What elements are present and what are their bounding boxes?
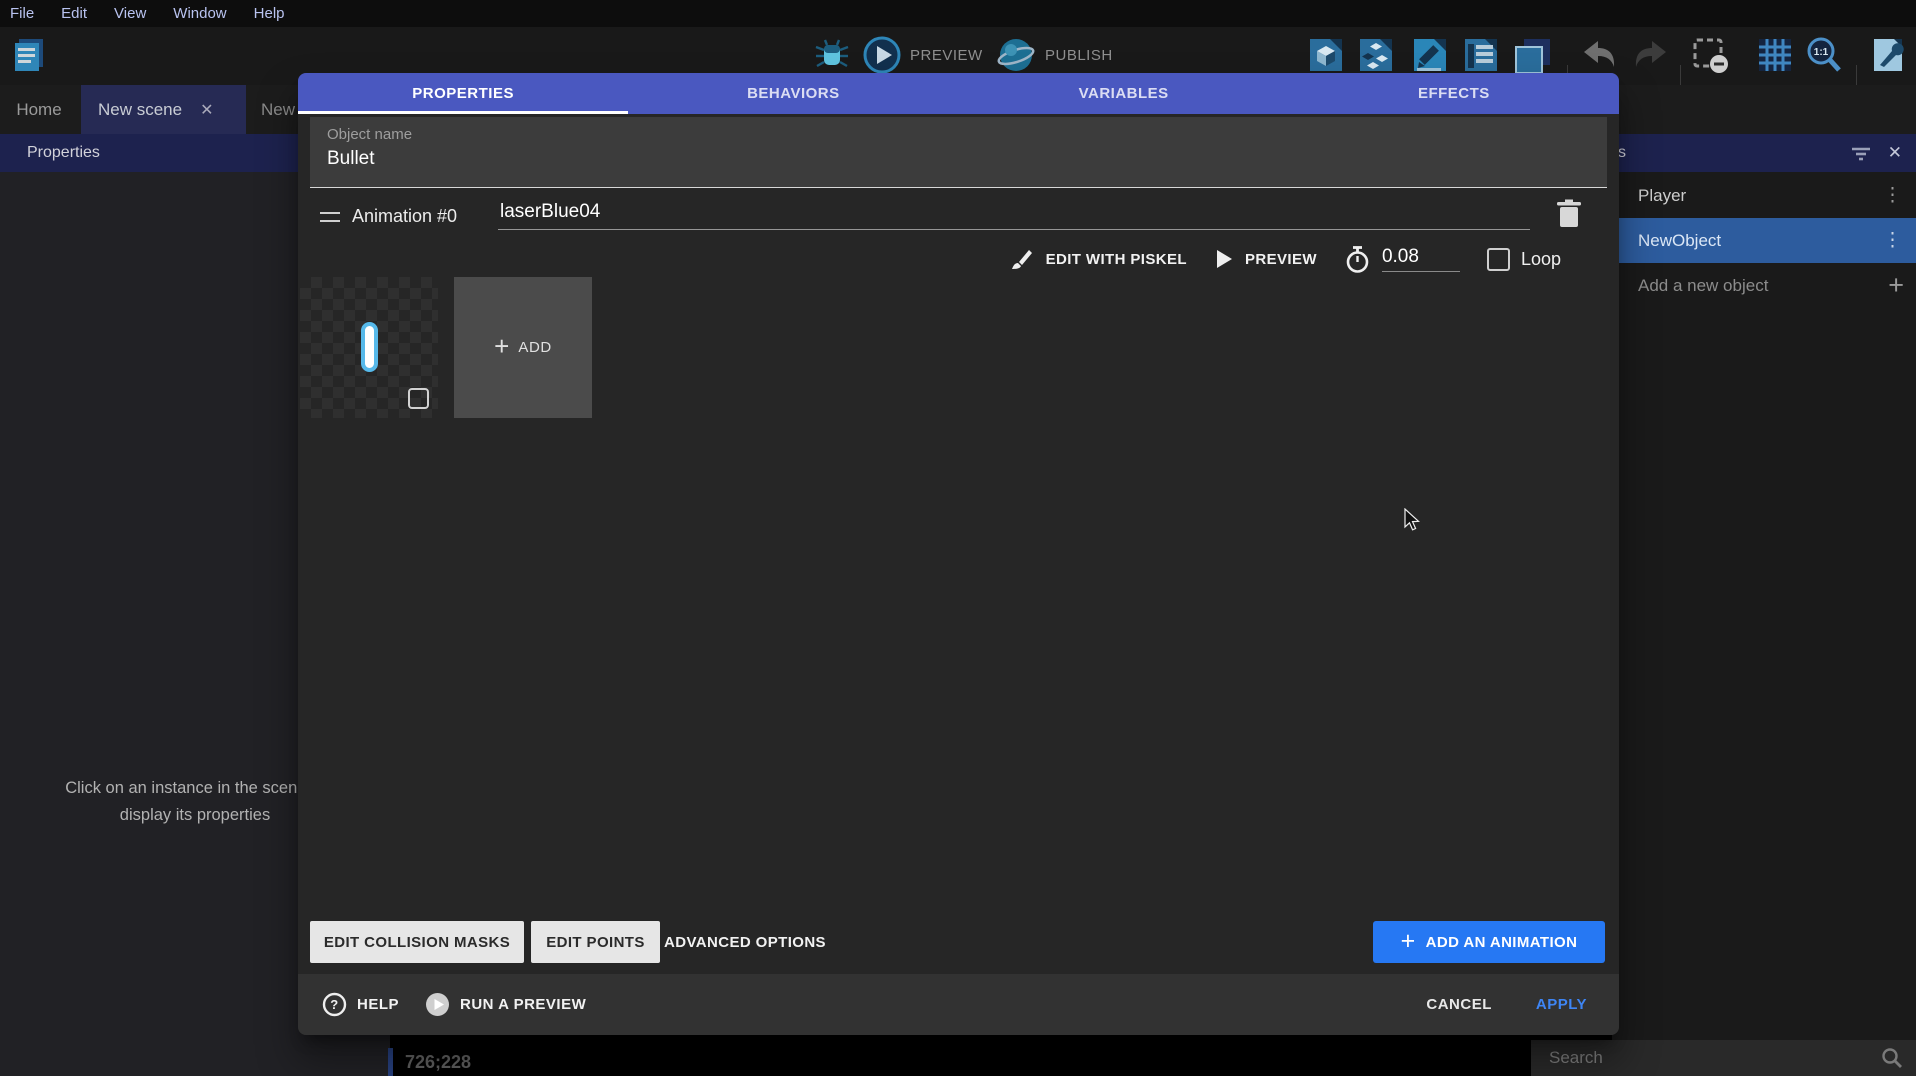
redo-icon[interactable] [1630,35,1670,75]
apply-button[interactable]: APPLY [1536,996,1587,1013]
grid-icon[interactable] [1755,35,1795,75]
publish-globe-icon[interactable] [996,35,1036,75]
preview-play-icon[interactable] [862,35,902,75]
time-between-frames-field [1344,245,1460,274]
layers-list-icon[interactable] [1461,35,1501,75]
animation-frame-thumbnail[interactable] [300,277,438,418]
debug-icon[interactable] [812,35,852,75]
menu-window[interactable]: Window [173,5,226,22]
help-button[interactable]: ? HELP [322,992,399,1017]
search-icon[interactable] [1880,1046,1904,1070]
edit-points-button[interactable]: EDIT POINTS [531,921,660,963]
dialog-action-row: EDIT COLLISION MASKS EDIT POINTS ADVANCE… [298,921,1619,964]
zoom-one-to-one-icon[interactable]: 1:1 [1803,35,1843,75]
undo-icon[interactable] [1580,35,1620,75]
trash-icon[interactable] [1553,197,1585,231]
canvas-edge-accent [388,1048,393,1076]
gdevelop-window: File Edit View Window Help PREVIEW [0,0,1916,1076]
animation-title: Animation #0 [352,206,457,227]
plus-icon: + [1401,927,1416,956]
object-name-field: Object name [310,117,1607,188]
loop-toggle: Loop [1487,248,1561,271]
stopwatch-icon [1344,245,1371,274]
layers-icon[interactable] [1512,35,1552,75]
drag-handle-icon[interactable] [320,212,340,222]
plus-icon: + [494,331,509,362]
tab-new-scene-label: New scene [98,100,182,120]
svg-text:?: ? [330,997,338,1012]
dialog-tab-properties[interactable]: PROPERTIES [298,73,628,114]
objects-panel-header: s ✕ [1612,134,1916,172]
cancel-button[interactable]: CANCEL [1426,996,1492,1013]
run-a-preview-button[interactable]: RUN A PREVIEW [425,992,586,1017]
mouse-cursor [1403,508,1425,532]
properties-panel-title: Properties [27,144,100,162]
laser-bullet-sprite [361,322,378,372]
brush-icon [1009,246,1035,272]
add-an-animation-button[interactable]: + ADD AN ANIMATION [1373,921,1605,963]
project-manager-icon[interactable] [10,35,50,75]
play-icon [1214,248,1234,270]
menu-help[interactable]: Help [254,5,285,22]
objects-search-input[interactable] [1531,1048,1880,1068]
advanced-options-button[interactable]: ADVANCED OPTIONS [664,921,826,963]
scene-properties-icon[interactable] [1868,35,1908,75]
loop-checkbox[interactable] [1487,248,1510,271]
object-row-player[interactable]: Player ⋮ [1612,173,1916,218]
svg-text:1:1: 1:1 [1814,47,1829,58]
menu-file[interactable]: File [10,5,34,22]
tab-new-scene[interactable]: New scene ✕ [81,85,246,134]
frame-select-checkbox[interactable] [408,388,429,409]
object-name-label: Object name [327,126,1590,143]
dialog-footer: ? HELP RUN A PREVIEW CANCEL APPLY [298,974,1619,1035]
kebab-menu-icon[interactable]: ⋮ [1883,234,1902,248]
animation-name-input[interactable] [498,197,1530,230]
filter-icon[interactable] [1848,140,1874,166]
add-object-row[interactable]: Add a new object + [1612,263,1916,308]
menu-bar: File Edit View Window Help [0,0,1916,27]
animation-controls: EDIT WITH PISKEL PREVIEW Loop [1009,241,1561,277]
play-circle-icon [425,992,450,1017]
cursor-coordinates: 726;228 [405,1052,471,1073]
help-circle-icon: ? [322,992,347,1017]
object-row-newobject[interactable]: NewObject ⋮ [1612,218,1916,263]
menu-view[interactable]: View [114,5,146,22]
dialog-tab-behaviors[interactable]: BEHAVIORS [628,73,958,114]
instances-icon[interactable] [1356,35,1396,75]
preview-label[interactable]: PREVIEW [910,47,983,64]
frame-time-input[interactable] [1382,246,1460,272]
plus-icon: + [1888,270,1904,301]
dialog-tab-bar: PROPERTIES BEHAVIORS VARIABLES EFFECTS [298,73,1619,114]
dialog-tab-effects[interactable]: EFFECTS [1289,73,1619,114]
objects-editor-icon[interactable] [1306,35,1346,75]
animation-header-row: Animation #0 [298,195,1619,237]
kebab-menu-icon[interactable]: ⋮ [1883,189,1902,203]
loop-label: Loop [1521,249,1561,270]
object-name-input[interactable] [327,148,1590,170]
menu-edit[interactable]: Edit [61,5,87,22]
edit-scene-icon[interactable] [1410,35,1450,75]
objects-panel-close-icon[interactable]: ✕ [1888,143,1902,163]
publish-label[interactable]: PUBLISH [1045,47,1113,64]
object-editor-dialog: PROPERTIES BEHAVIORS VARIABLES EFFECTS O… [298,73,1619,1035]
edit-collision-masks-button[interactable]: EDIT COLLISION MASKS [310,921,524,963]
tab-home[interactable]: Home [0,85,78,134]
add-frame-button[interactable]: + ADD [454,277,592,418]
dialog-tab-variables[interactable]: VARIABLES [959,73,1289,114]
preview-animation-button[interactable]: PREVIEW [1214,248,1317,270]
objects-panel-title: s [1618,144,1626,162]
mask-icon[interactable] [1690,35,1730,75]
edit-with-piskel-button[interactable]: EDIT WITH PISKEL [1009,246,1187,272]
objects-search-bar [1531,1040,1916,1076]
tab-close-icon[interactable]: ✕ [200,100,213,120]
